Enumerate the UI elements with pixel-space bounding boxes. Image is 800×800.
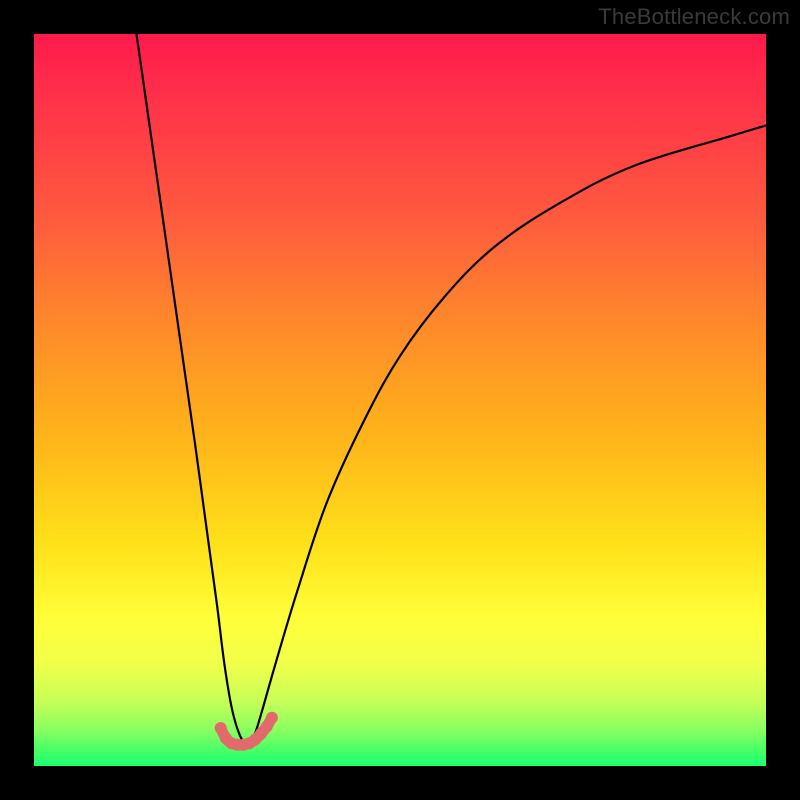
plot-area — [34, 34, 766, 766]
watermark-text: TheBottleneck.com — [598, 4, 790, 30]
chart-frame: TheBottleneck.com — [0, 0, 800, 800]
main-curve — [136, 34, 766, 744]
marker-band-stroke — [221, 718, 272, 745]
chart-svg — [34, 34, 766, 766]
